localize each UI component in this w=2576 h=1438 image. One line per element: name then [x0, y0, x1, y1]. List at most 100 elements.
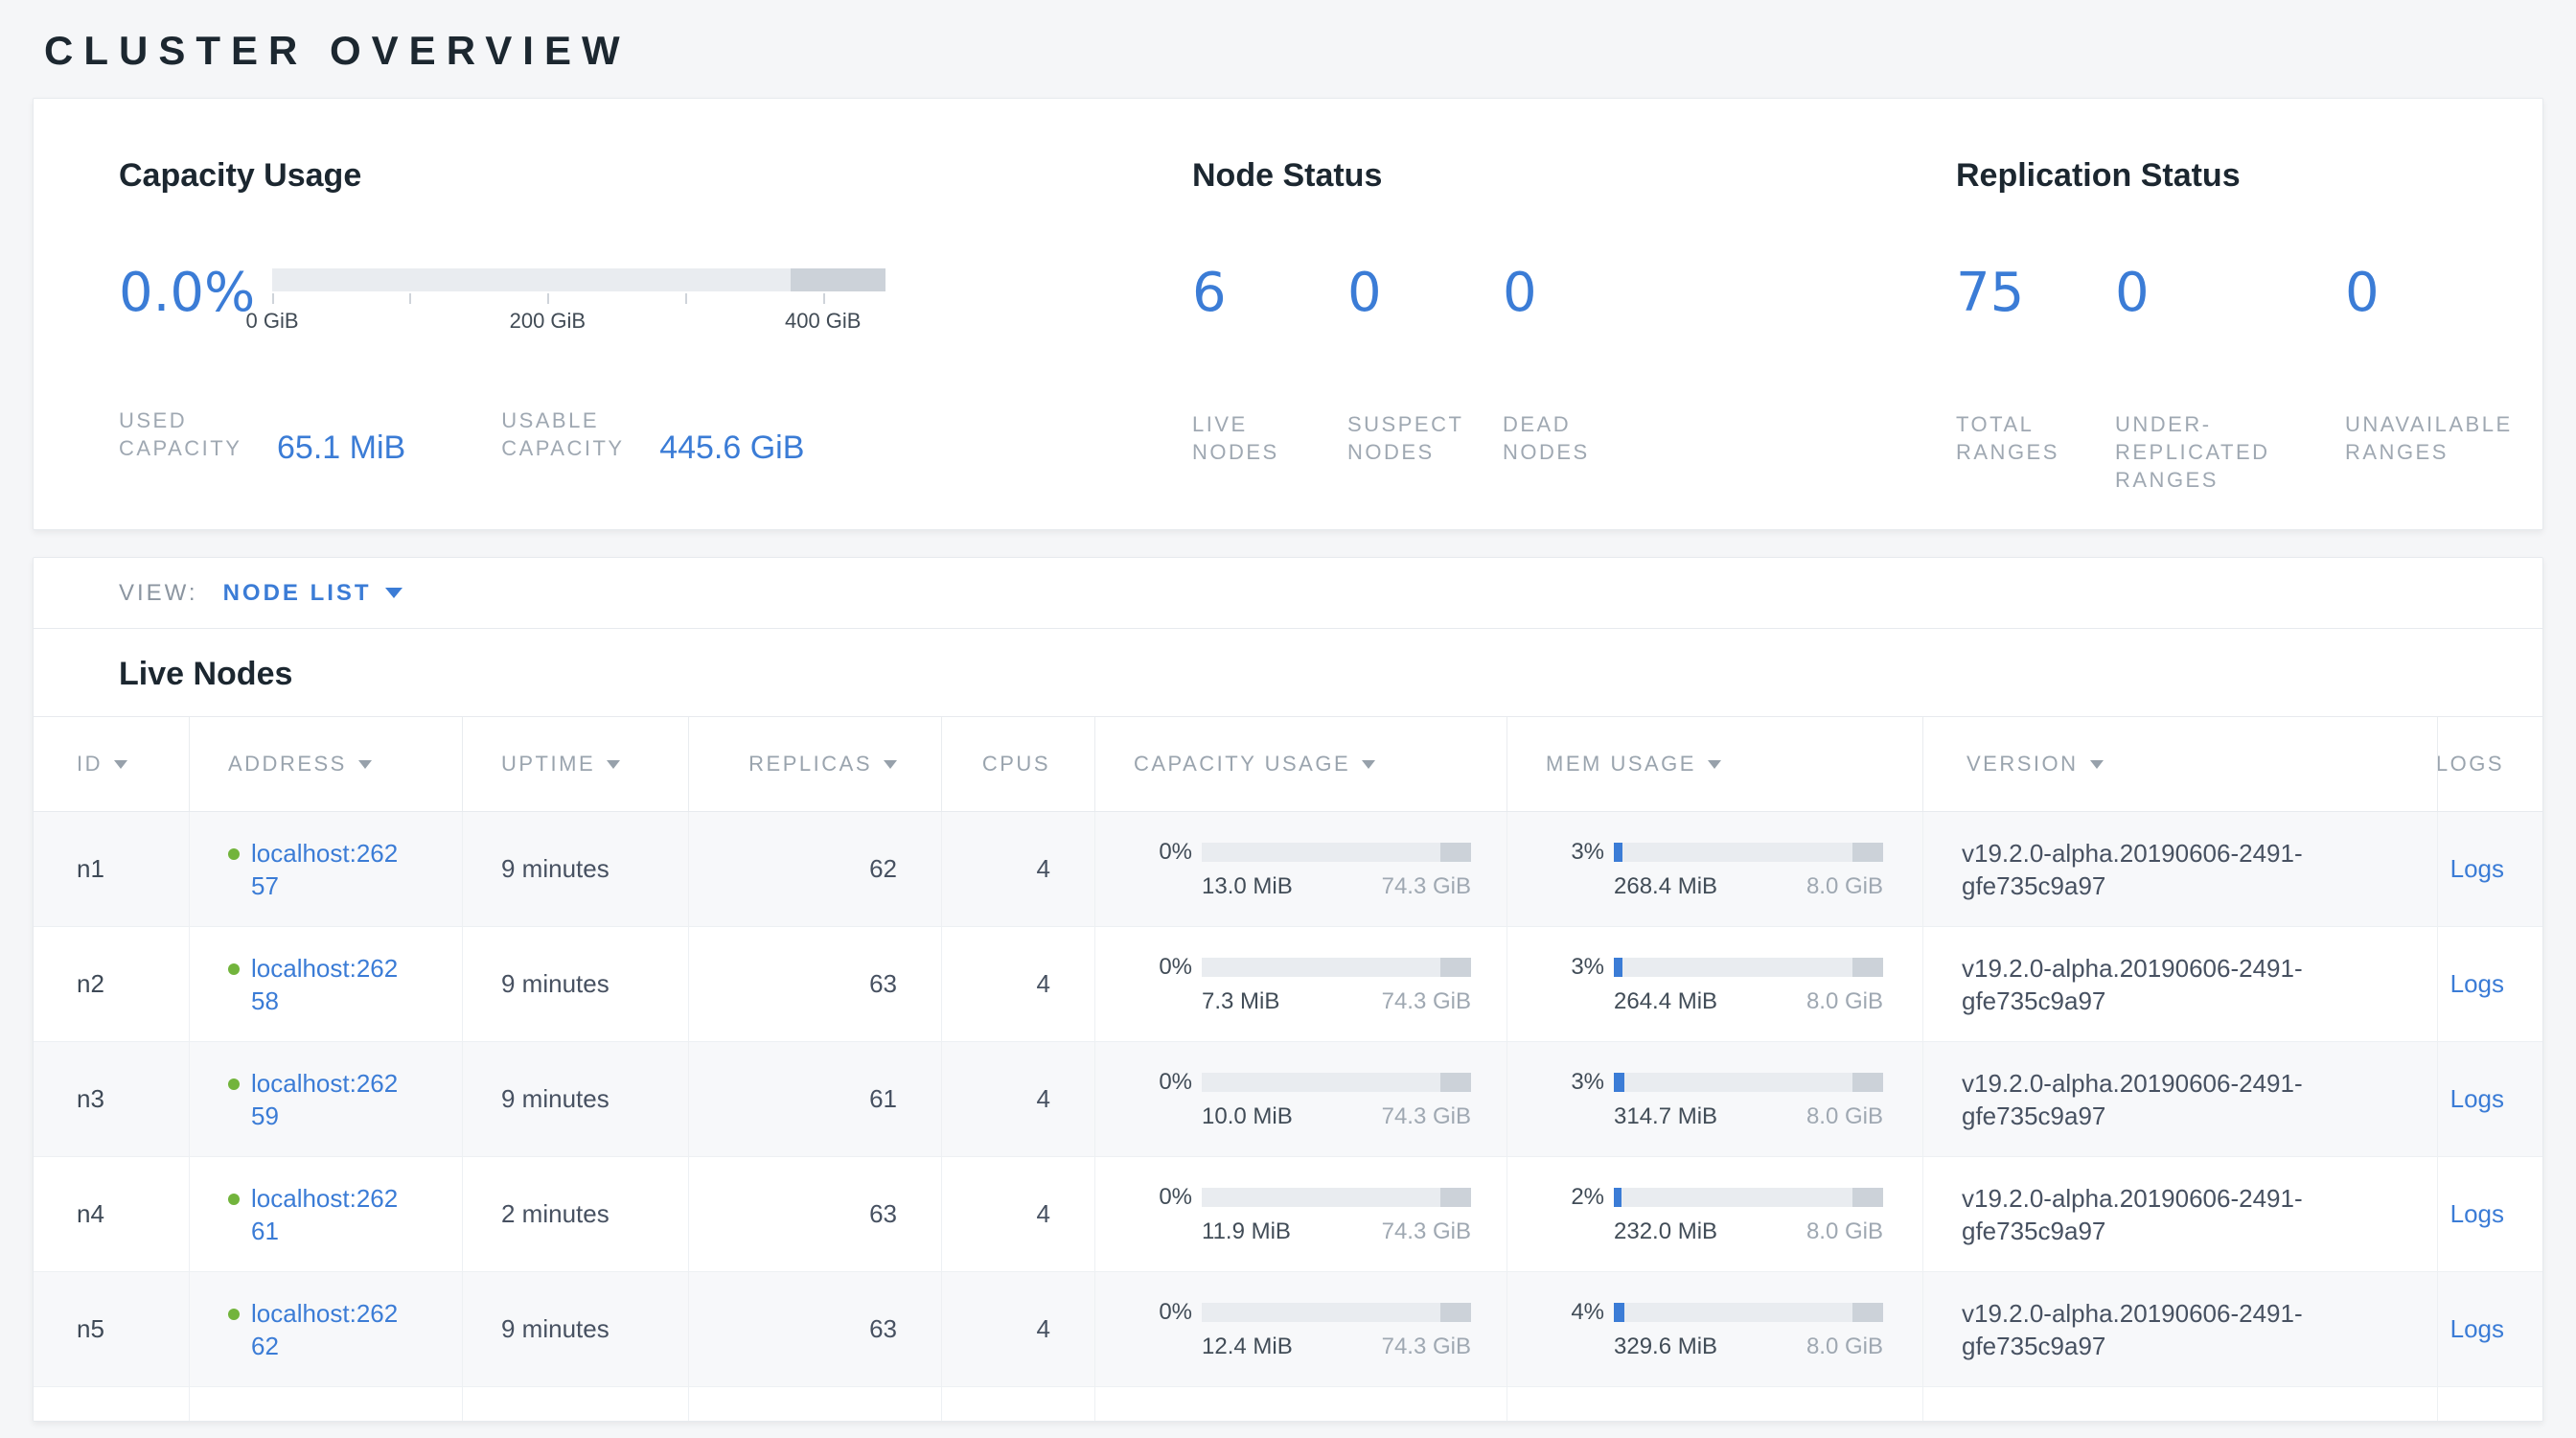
node-id-cell: n4 [34, 1157, 190, 1271]
version-cell: v19.2.0-alpha.20190606-2491-gfe735c9a97 [1923, 1157, 2438, 1271]
logs-cell: Logs [2438, 812, 2542, 926]
replication-stats: 75 TOTAL RANGES 0 UNDER-REPLICATED RANGE… [1956, 265, 2565, 494]
capacity-usage-title: Capacity Usage [119, 156, 886, 195]
suspect-nodes-count: 0 [1347, 265, 1503, 322]
capacity-usage-cell: 0% 7.3 MiB74.3 GiB [1095, 927, 1507, 1041]
column-header-id[interactable]: ID [34, 717, 190, 811]
sort-desc-icon [884, 760, 897, 769]
unavailable-ranges-stat: 0 UNAVAILABLE RANGES [2345, 265, 2565, 494]
node-list-card: VIEW: NODE LIST Live Nodes ID ADDRESS UP… [33, 557, 2543, 1422]
used-capacity-label: USED CAPACITY [119, 406, 253, 462]
node-id-cell: n3 [34, 1042, 190, 1156]
memory-bar [1614, 843, 1883, 862]
gauge-tick-label: 200 GiB [510, 309, 586, 334]
cpus-cell: 4 [942, 812, 1095, 926]
address-cell: localhost:26262 [190, 1272, 463, 1386]
capacity-bar [1202, 1073, 1471, 1092]
memory-bar [1614, 1073, 1883, 1092]
column-header-cpus: CPUS [942, 717, 1095, 811]
mem-usage-cell: 3% 264.4 MiB8.0 GiB [1507, 927, 1923, 1041]
address-link[interactable]: localhost:26262 [251, 1297, 406, 1362]
node-status-dot [228, 1078, 240, 1090]
column-header-address[interactable]: ADDRESS [190, 717, 463, 811]
view-selector: VIEW: NODE LIST [34, 558, 2542, 629]
sort-desc-icon [2090, 760, 2104, 769]
column-header-capacity-usage[interactable]: CAPACITY USAGE [1095, 717, 1507, 811]
capacity-usage-cell: 0% 10.0 MiB74.3 GiB [1095, 1042, 1507, 1156]
gauge-tick-label: 0 GiB [245, 309, 298, 334]
node-list-dropdown[interactable]: NODE LIST [223, 580, 372, 607]
table-row: n4 localhost:26261 2 minutes 63 4 0% 11.… [34, 1157, 2542, 1272]
address-link[interactable]: localhost:26259 [251, 1067, 406, 1132]
version-cell: v19.2.0-alpha.20190606-2491-gfe735c9a97 [1923, 927, 2438, 1041]
memory-bar [1614, 958, 1883, 977]
uptime-cell: 9 minutes [463, 927, 689, 1041]
mem-usage-cell: 4% 329.6 MiB8.0 GiB [1507, 1272, 1923, 1386]
cpus-cell: 4 [942, 1157, 1095, 1271]
total-ranges-label: TOTAL RANGES [1956, 410, 2075, 466]
sort-desc-icon [607, 760, 620, 769]
node-status-title: Node Status [1192, 156, 1658, 195]
column-header-version[interactable]: VERSION [1923, 717, 2438, 811]
logs-link[interactable]: Logs [2450, 1199, 2504, 1229]
capacity-bar [1202, 1303, 1471, 1322]
cpus-cell: 4 [942, 1042, 1095, 1156]
live-nodes-count: 6 [1192, 265, 1347, 322]
logs-link[interactable]: Logs [2450, 1314, 2504, 1344]
logs-cell: Logs [2438, 1157, 2542, 1271]
sort-desc-icon [1362, 760, 1375, 769]
dead-nodes-stat: 0 DEAD NODES [1503, 265, 1658, 466]
logs-link[interactable]: Logs [2450, 854, 2504, 884]
table-row: n2 localhost:26258 9 minutes 63 4 0% 7.3… [34, 927, 2542, 1042]
memory-bar [1614, 1188, 1883, 1207]
column-header-uptime[interactable]: UPTIME [463, 717, 689, 811]
address-link[interactable]: localhost:26261 [251, 1182, 406, 1247]
capacity-bar [1202, 1188, 1471, 1207]
chevron-down-icon[interactable] [385, 588, 402, 598]
column-header-logs: LOGS [2438, 717, 2542, 811]
replicas-cell: 62 [689, 812, 942, 926]
cpus-cell: 4 [942, 1272, 1095, 1386]
logs-cell: Logs [2438, 1272, 2542, 1386]
sort-desc-icon [114, 760, 127, 769]
under-replicated-ranges-label: UNDER-REPLICATED RANGES [2115, 410, 2318, 494]
suspect-nodes-stat: 0 SUSPECT NODES [1347, 265, 1503, 466]
live-nodes-title: Live Nodes [34, 629, 2542, 716]
node-status-stats: 6 LIVE NODES 0 SUSPECT NODES 0 DEAD NODE… [1192, 265, 1658, 466]
unavailable-ranges-count: 0 [2345, 265, 2565, 322]
logs-cell: Logs [2438, 927, 2542, 1041]
logs-cell: Logs [2438, 1042, 2542, 1156]
gauge-ticks [272, 291, 886, 305]
address-link[interactable]: localhost:26257 [251, 837, 406, 902]
total-ranges-count: 75 [1956, 265, 2115, 322]
node-status-dot [228, 1194, 240, 1205]
sort-desc-icon [1708, 760, 1721, 769]
gauge-tick-label: 400 GiB [785, 309, 862, 334]
address-cell: localhost:26261 [190, 1157, 463, 1271]
table-row-partial [34, 1387, 2542, 1422]
mem-usage-cell: 2% 232.0 MiB8.0 GiB [1507, 1157, 1923, 1271]
memory-bar [1614, 1303, 1883, 1322]
column-header-replicas[interactable]: REPLICAS [689, 717, 942, 811]
capacity-gauge: 0 GiB 200 GiB 400 GiB [272, 265, 886, 336]
logs-link[interactable]: Logs [2450, 1084, 2504, 1114]
suspect-nodes-label: SUSPECT NODES [1347, 410, 1466, 466]
version-cell: v19.2.0-alpha.20190606-2491-gfe735c9a97 [1923, 812, 2438, 926]
live-nodes-stat: 6 LIVE NODES [1192, 265, 1347, 466]
node-id-cell: n1 [34, 812, 190, 926]
usable-capacity-value: 445.6 GiB [659, 430, 804, 465]
logs-link[interactable]: Logs [2450, 969, 2504, 999]
address-cell: localhost:26259 [190, 1042, 463, 1156]
view-label: VIEW: [119, 580, 198, 607]
address-link[interactable]: localhost:26258 [251, 952, 406, 1017]
node-status-section: Node Status 6 LIVE NODES 0 SUSPECT NODES… [1192, 156, 1658, 466]
capacity-bar [1202, 958, 1471, 977]
table-row: n3 localhost:26259 9 minutes 61 4 0% 10.… [34, 1042, 2542, 1157]
cluster-overview-page: CLUSTER OVERVIEW Capacity Usage 0.0% 0 G… [0, 0, 2576, 1422]
table-row: n5 localhost:26262 9 minutes 63 4 0% 12.… [34, 1272, 2542, 1387]
table-header-row: ID ADDRESS UPTIME REPLICAS CPUS CAPACITY… [34, 716, 2542, 812]
usable-capacity-label: USABLE CAPACITY [501, 406, 635, 462]
dead-nodes-count: 0 [1503, 265, 1658, 322]
under-replicated-ranges-stat: 0 UNDER-REPLICATED RANGES [2115, 265, 2345, 494]
column-header-mem-usage[interactable]: MEM USAGE [1507, 717, 1923, 811]
